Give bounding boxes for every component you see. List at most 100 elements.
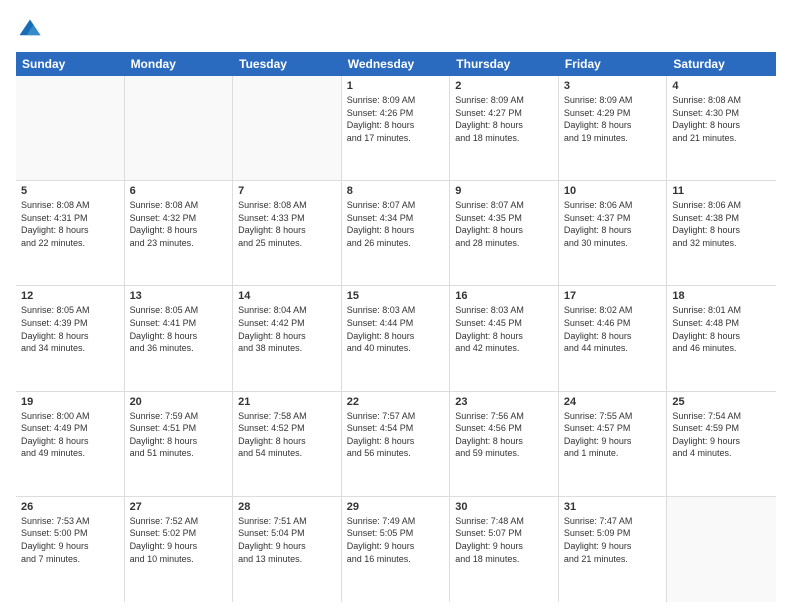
day-number: 4 bbox=[672, 80, 771, 92]
day-info: Sunrise: 8:08 AM Sunset: 4:32 PM Dayligh… bbox=[130, 199, 228, 249]
day-info: Sunrise: 7:49 AM Sunset: 5:05 PM Dayligh… bbox=[347, 515, 445, 565]
day-number: 15 bbox=[347, 290, 445, 302]
day-info: Sunrise: 8:08 AM Sunset: 4:30 PM Dayligh… bbox=[672, 94, 771, 144]
day-info: Sunrise: 8:03 AM Sunset: 4:44 PM Dayligh… bbox=[347, 304, 445, 354]
calendar-header: SundayMondayTuesdayWednesdayThursdayFrid… bbox=[16, 52, 776, 76]
day-info: Sunrise: 8:08 AM Sunset: 4:31 PM Dayligh… bbox=[21, 199, 119, 249]
calendar-cell: 30 Sunrise: 7:48 AM Sunset: 5:07 PM Dayli… bbox=[450, 497, 559, 602]
day-number: 31 bbox=[564, 501, 662, 513]
calendar-cell: 4 Sunrise: 8:08 AM Sunset: 4:30 PM Daylig… bbox=[667, 76, 776, 180]
day-info: Sunrise: 7:55 AM Sunset: 4:57 PM Dayligh… bbox=[564, 410, 662, 460]
calendar-row: 26 Sunrise: 7:53 AM Sunset: 5:00 PM Dayli… bbox=[16, 497, 776, 602]
logo bbox=[16, 16, 48, 44]
calendar-cell: 7 Sunrise: 8:08 AM Sunset: 4:33 PM Daylig… bbox=[233, 181, 342, 285]
day-number: 2 bbox=[455, 80, 553, 92]
day-info: Sunrise: 7:47 AM Sunset: 5:09 PM Dayligh… bbox=[564, 515, 662, 565]
calendar-cell: 26 Sunrise: 7:53 AM Sunset: 5:00 PM Dayli… bbox=[16, 497, 125, 602]
day-number: 20 bbox=[130, 396, 228, 408]
calendar-cell: 2 Sunrise: 8:09 AM Sunset: 4:27 PM Daylig… bbox=[450, 76, 559, 180]
day-number: 24 bbox=[564, 396, 662, 408]
calendar-cell: 13 Sunrise: 8:05 AM Sunset: 4:41 PM Dayli… bbox=[125, 286, 234, 390]
day-info: Sunrise: 8:09 AM Sunset: 4:29 PM Dayligh… bbox=[564, 94, 662, 144]
day-number: 22 bbox=[347, 396, 445, 408]
calendar-cell: 21 Sunrise: 7:58 AM Sunset: 4:52 PM Dayli… bbox=[233, 392, 342, 496]
day-info: Sunrise: 7:52 AM Sunset: 5:02 PM Dayligh… bbox=[130, 515, 228, 565]
calendar-cell: 8 Sunrise: 8:07 AM Sunset: 4:34 PM Daylig… bbox=[342, 181, 451, 285]
day-info: Sunrise: 8:07 AM Sunset: 4:35 PM Dayligh… bbox=[455, 199, 553, 249]
day-number: 26 bbox=[21, 501, 119, 513]
calendar: SundayMondayTuesdayWednesdayThursdayFrid… bbox=[16, 52, 776, 602]
day-number: 16 bbox=[455, 290, 553, 302]
day-number: 14 bbox=[238, 290, 336, 302]
day-number: 12 bbox=[21, 290, 119, 302]
calendar-cell: 23Sunrise: 7:56 AM Sunset: 4:56 PM Dayli… bbox=[450, 392, 559, 496]
day-number: 13 bbox=[130, 290, 228, 302]
day-info: Sunrise: 8:08 AM Sunset: 4:33 PM Dayligh… bbox=[238, 199, 336, 249]
weekday-header: Wednesday bbox=[342, 52, 451, 76]
day-number: 28 bbox=[238, 501, 336, 513]
calendar-cell: 17Sunrise: 8:02 AM Sunset: 4:46 PM Dayli… bbox=[559, 286, 668, 390]
weekday-header: Monday bbox=[125, 52, 234, 76]
calendar-cell: 11 Sunrise: 8:06 AM Sunset: 4:38 PM Dayli… bbox=[667, 181, 776, 285]
day-info: Sunrise: 7:58 AM Sunset: 4:52 PM Dayligh… bbox=[238, 410, 336, 460]
day-info: Sunrise: 7:51 AM Sunset: 5:04 PM Dayligh… bbox=[238, 515, 336, 565]
calendar-cell: 16Sunrise: 8:03 AM Sunset: 4:45 PM Dayli… bbox=[450, 286, 559, 390]
day-info: Sunrise: 7:59 AM Sunset: 4:51 PM Dayligh… bbox=[130, 410, 228, 460]
day-number: 10 bbox=[564, 185, 662, 197]
day-number: 21 bbox=[238, 396, 336, 408]
calendar-cell bbox=[233, 76, 342, 180]
calendar-row: 1Sunrise: 8:09 AM Sunset: 4:26 PM Daylig… bbox=[16, 76, 776, 181]
day-info: Sunrise: 8:09 AM Sunset: 4:27 PM Dayligh… bbox=[455, 94, 553, 144]
day-info: Sunrise: 8:05 AM Sunset: 4:41 PM Dayligh… bbox=[130, 304, 228, 354]
weekday-header: Friday bbox=[559, 52, 668, 76]
day-info: Sunrise: 7:56 AM Sunset: 4:56 PM Dayligh… bbox=[455, 410, 553, 460]
calendar-cell: 25Sunrise: 7:54 AM Sunset: 4:59 PM Dayli… bbox=[667, 392, 776, 496]
day-number: 3 bbox=[564, 80, 662, 92]
weekday-header: Sunday bbox=[16, 52, 125, 76]
calendar-cell bbox=[125, 76, 234, 180]
day-info: Sunrise: 7:48 AM Sunset: 5:07 PM Dayligh… bbox=[455, 515, 553, 565]
weekday-header: Thursday bbox=[450, 52, 559, 76]
calendar-cell: 27 Sunrise: 7:52 AM Sunset: 5:02 PM Dayli… bbox=[125, 497, 234, 602]
calendar-cell: 31 Sunrise: 7:47 AM Sunset: 5:09 PM Dayli… bbox=[559, 497, 668, 602]
calendar-row: 5 Sunrise: 8:08 AM Sunset: 4:31 PM Daylig… bbox=[16, 181, 776, 286]
calendar-cell: 5 Sunrise: 8:08 AM Sunset: 4:31 PM Daylig… bbox=[16, 181, 125, 285]
day-info: Sunrise: 8:06 AM Sunset: 4:38 PM Dayligh… bbox=[672, 199, 771, 249]
day-info: Sunrise: 8:02 AM Sunset: 4:46 PM Dayligh… bbox=[564, 304, 662, 354]
calendar-cell: 6Sunrise: 8:08 AM Sunset: 4:32 PM Daylig… bbox=[125, 181, 234, 285]
calendar-cell bbox=[16, 76, 125, 180]
day-number: 19 bbox=[21, 396, 119, 408]
day-info: Sunrise: 8:04 AM Sunset: 4:42 PM Dayligh… bbox=[238, 304, 336, 354]
day-number: 11 bbox=[672, 185, 771, 197]
day-number: 27 bbox=[130, 501, 228, 513]
day-info: Sunrise: 8:01 AM Sunset: 4:48 PM Dayligh… bbox=[672, 304, 771, 354]
day-number: 18 bbox=[672, 290, 771, 302]
calendar-cell: 28 Sunrise: 7:51 AM Sunset: 5:04 PM Dayli… bbox=[233, 497, 342, 602]
day-info: Sunrise: 8:06 AM Sunset: 4:37 PM Dayligh… bbox=[564, 199, 662, 249]
calendar-cell: 15 Sunrise: 8:03 AM Sunset: 4:44 PM Dayli… bbox=[342, 286, 451, 390]
weekday-header: Saturday bbox=[667, 52, 776, 76]
calendar-row: 12 Sunrise: 8:05 AM Sunset: 4:39 PM Dayli… bbox=[16, 286, 776, 391]
day-number: 30 bbox=[455, 501, 553, 513]
day-number: 1 bbox=[347, 80, 445, 92]
day-number: 7 bbox=[238, 185, 336, 197]
day-number: 9 bbox=[455, 185, 553, 197]
day-number: 25 bbox=[672, 396, 771, 408]
day-info: Sunrise: 7:57 AM Sunset: 4:54 PM Dayligh… bbox=[347, 410, 445, 460]
calendar-cell: 1Sunrise: 8:09 AM Sunset: 4:26 PM Daylig… bbox=[342, 76, 451, 180]
calendar-cell: 9 Sunrise: 8:07 AM Sunset: 4:35 PM Daylig… bbox=[450, 181, 559, 285]
day-number: 8 bbox=[347, 185, 445, 197]
calendar-cell: 29Sunrise: 7:49 AM Sunset: 5:05 PM Dayli… bbox=[342, 497, 451, 602]
calendar-cell: 18 Sunrise: 8:01 AM Sunset: 4:48 PM Dayli… bbox=[667, 286, 776, 390]
logo-icon bbox=[16, 16, 44, 44]
day-info: Sunrise: 7:53 AM Sunset: 5:00 PM Dayligh… bbox=[21, 515, 119, 565]
calendar-cell: 12 Sunrise: 8:05 AM Sunset: 4:39 PM Dayli… bbox=[16, 286, 125, 390]
calendar-body: 1Sunrise: 8:09 AM Sunset: 4:26 PM Daylig… bbox=[16, 76, 776, 602]
day-number: 5 bbox=[21, 185, 119, 197]
calendar-cell: 20 Sunrise: 7:59 AM Sunset: 4:51 PM Dayli… bbox=[125, 392, 234, 496]
day-info: Sunrise: 8:05 AM Sunset: 4:39 PM Dayligh… bbox=[21, 304, 119, 354]
calendar-row: 19 Sunrise: 8:00 AM Sunset: 4:49 PM Dayli… bbox=[16, 392, 776, 497]
day-info: Sunrise: 8:00 AM Sunset: 4:49 PM Dayligh… bbox=[21, 410, 119, 460]
page-header bbox=[16, 16, 776, 44]
day-info: Sunrise: 8:07 AM Sunset: 4:34 PM Dayligh… bbox=[347, 199, 445, 249]
